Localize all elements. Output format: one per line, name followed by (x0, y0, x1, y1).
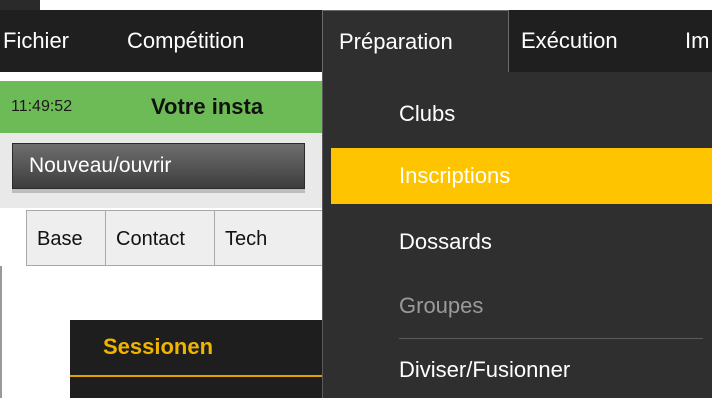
tab-base[interactable]: Base (26, 210, 106, 266)
menu-item-inscriptions[interactable]: Inscriptions (331, 148, 712, 204)
window-top-edge (0, 0, 712, 10)
tab-tech[interactable]: Tech (214, 210, 330, 266)
status-bar: 11:49:52 Votre insta (0, 81, 330, 133)
menu-item-dossards[interactable]: Dossards (331, 214, 712, 270)
menubar: Fichier Compétition Préparation Exécutio… (0, 10, 712, 72)
menu-preparation[interactable]: Préparation (322, 10, 509, 72)
menu-item-diviser-fusionner[interactable]: Diviser/Fusionner (331, 342, 712, 398)
status-message: Votre insta (151, 94, 264, 119)
menu-competition[interactable]: Compétition (127, 10, 302, 72)
preparation-dropdown-menu: Clubs Inscriptions Dossards Groupes Divi… (322, 72, 712, 398)
menu-fichier[interactable]: Fichier (3, 10, 115, 72)
sessions-panel: Sessionen (70, 320, 330, 398)
sessions-title: Sessionen (103, 334, 214, 359)
menu-item-groupes: Groupes (399, 293, 484, 318)
new-open-button[interactable]: Nouveau/ouvrir (12, 143, 305, 189)
new-open-button-shadow (12, 189, 305, 193)
menu-item-clubs[interactable]: Clubs (331, 86, 712, 142)
menu-separator (399, 338, 703, 339)
menu-execution[interactable]: Exécution (521, 10, 671, 72)
tab-contact[interactable]: Contact (105, 210, 215, 266)
status-time: 11:49:52 (11, 98, 73, 115)
window-top-edge-dark (0, 0, 40, 10)
menu-im[interactable]: Im (685, 10, 712, 72)
sessions-underline (70, 375, 330, 377)
panel-left-border (0, 266, 2, 398)
